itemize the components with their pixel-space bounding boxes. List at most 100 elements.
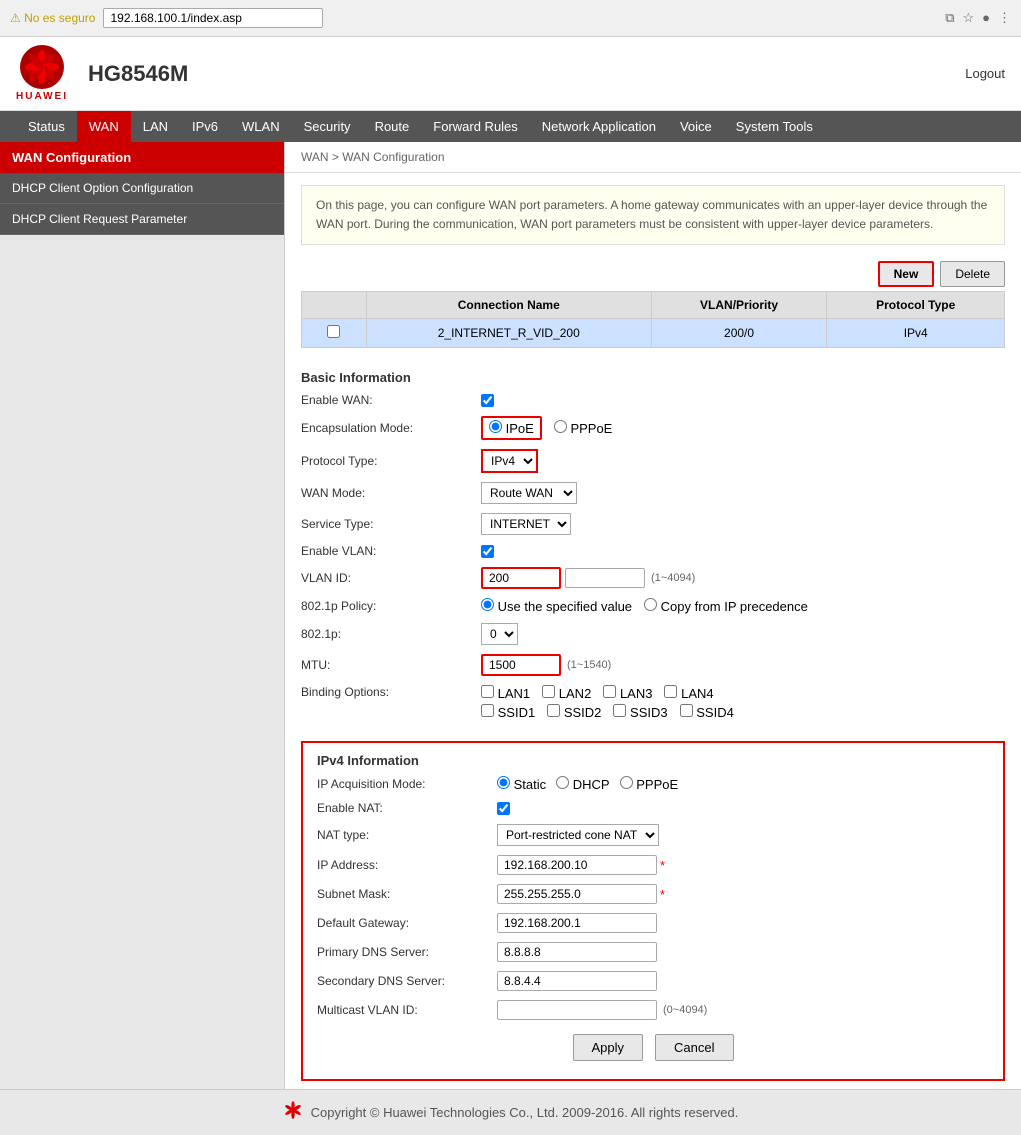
copy-ip-radio[interactable] [644,598,657,611]
vlan-id-input[interactable] [481,567,561,589]
row-connection-name: 2_INTERNET_R_VID_200 [366,319,651,348]
row-checkbox-cell[interactable] [302,319,367,348]
dot1p-select[interactable]: 0 1 2 [481,623,518,645]
new-button[interactable]: New [878,261,935,287]
url-bar[interactable] [103,8,323,28]
logout-button[interactable]: Logout [965,66,1005,81]
encap-pppoe-text: PPPoE [570,421,612,436]
enable-wan-label: Enable WAN: [301,393,481,407]
copy-ip-label[interactable]: Copy from IP precedence [644,598,808,614]
nat-type-select[interactable]: Port-restricted cone NAT [497,824,659,846]
encapsulation-row: Encapsulation Mode: IPoE PPPoE [301,414,1005,442]
pppoe-text: PPPoE [636,777,678,792]
row-checkbox[interactable] [327,325,340,338]
secondary-dns-input[interactable] [497,971,657,991]
table-row[interactable]: 2_INTERNET_R_VID_200 200/0 IPv4 [302,319,1005,348]
lan2-label[interactable]: LAN2 [542,685,591,701]
cancel-button[interactable]: Cancel [655,1034,733,1061]
vlan-id-secondary-input[interactable] [565,568,645,588]
row-vlan-priority: 200/0 [651,319,827,348]
protocol-type-select[interactable]: IPv4 IPv6 [481,449,538,473]
primary-dns-input[interactable] [497,942,657,962]
dhcp-label[interactable]: DHCP [556,776,609,792]
lan4-checkbox[interactable] [664,685,677,698]
col-connection-name: Connection Name [366,292,651,319]
nav-status[interactable]: Status [16,111,77,142]
nav-route[interactable]: Route [363,111,422,142]
apply-button[interactable]: Apply [573,1034,644,1061]
nav-voice[interactable]: Voice [668,111,724,142]
enable-wan-row: Enable WAN: [301,391,1005,409]
vlan-id-hint: (1~4094) [651,572,695,584]
static-radio[interactable] [497,776,510,789]
lan1-label[interactable]: LAN1 [481,685,530,701]
vlan-id-row: VLAN ID: (1~4094) [301,565,1005,591]
multicast-vlan-input[interactable] [497,1000,657,1020]
col-checkbox [302,292,367,319]
extensions-icon[interactable]: ⧉ [945,10,954,26]
subnet-required: * [660,887,665,902]
policy-802-row: 802.1p Policy: Use the specified value C… [301,596,1005,616]
nav-ipv6[interactable]: IPv6 [180,111,230,142]
wan-mode-select[interactable]: Route WAN Bridge WAN [481,482,577,504]
sidebar-item-dhcp-request[interactable]: DHCP Client Request Parameter [0,204,284,235]
ssid1-label[interactable]: SSID1 [481,704,535,720]
enable-vlan-checkbox[interactable] [481,545,494,558]
multicast-vlan-hint: (0~4094) [663,1004,707,1016]
nav-wan[interactable]: WAN [77,111,131,142]
nav-wlan[interactable]: WLAN [230,111,292,142]
dhcp-radio[interactable] [556,776,569,789]
mtu-input[interactable] [481,654,561,676]
menu-icon[interactable]: ⋮ [998,10,1011,26]
lan1-checkbox[interactable] [481,685,494,698]
lan2-checkbox[interactable] [542,685,555,698]
sidebar: WAN Configuration DHCP Client Option Con… [0,142,285,1089]
info-box: On this page, you can configure WAN port… [301,185,1005,245]
row-protocol-type: IPv4 [827,319,1005,348]
service-type-label: Service Type: [301,517,481,531]
pppoe-radio[interactable] [620,776,633,789]
use-specified-radio[interactable] [481,598,494,611]
ip-address-input[interactable] [497,855,657,875]
nav-security[interactable]: Security [292,111,363,142]
secondary-dns-label: Secondary DNS Server: [317,974,497,988]
lan4-label[interactable]: LAN4 [664,685,713,701]
encap-pppoe-label[interactable]: PPPoE [554,420,613,436]
encap-ipoe-radio[interactable] [489,420,502,433]
ssid1-checkbox[interactable] [481,704,494,717]
ssid2-checkbox[interactable] [547,704,560,717]
lan3-checkbox[interactable] [603,685,616,698]
ip-acq-label: IP Acquisition Mode: [317,777,497,791]
profile-icon[interactable]: ● [982,10,990,26]
encap-pppoe-radio[interactable] [554,420,567,433]
nav-lan[interactable]: LAN [131,111,180,142]
pppoe-label[interactable]: PPPoE [620,776,679,792]
ssid4-label[interactable]: SSID4 [680,704,734,720]
subnet-mask-input[interactable] [497,884,657,904]
ssid2-label[interactable]: SSID2 [547,704,601,720]
nav-network-application[interactable]: Network Application [530,111,668,142]
delete-button[interactable]: Delete [940,261,1005,287]
default-gw-input[interactable] [497,913,657,933]
bookmark-icon[interactable]: ☆ [962,10,974,26]
sidebar-item-dhcp-option[interactable]: DHCP Client Option Configuration [0,173,284,204]
lan3-label[interactable]: LAN3 [603,685,652,701]
use-specified-label[interactable]: Use the specified value [481,598,632,614]
lan2-text: LAN2 [559,686,592,701]
ssid3-label[interactable]: SSID3 [613,704,667,720]
lan1-text: LAN1 [498,686,531,701]
ssid3-checkbox[interactable] [613,704,626,717]
nav-system-tools[interactable]: System Tools [724,111,825,142]
static-label[interactable]: Static [497,776,546,792]
nav-forward-rules[interactable]: Forward Rules [421,111,530,142]
encap-ipoe-label[interactable]: IPoE [481,416,542,440]
service-type-select[interactable]: INTERNET [481,513,571,535]
ssid4-checkbox[interactable] [680,704,693,717]
col-protocol-type: Protocol Type [827,292,1005,319]
binding-grid: LAN1 LAN2 LAN3 LAN4 SSID1 SSID2 SSID3 SS… [481,685,734,720]
table-toolbar: New Delete [285,257,1021,291]
enable-nat-checkbox[interactable] [497,802,510,815]
dot1p-row: 802.1p: 0 1 2 [301,621,1005,647]
footer-text: Copyright © Huawei Technologies Co., Ltd… [311,1105,739,1120]
enable-wan-checkbox[interactable] [481,394,494,407]
